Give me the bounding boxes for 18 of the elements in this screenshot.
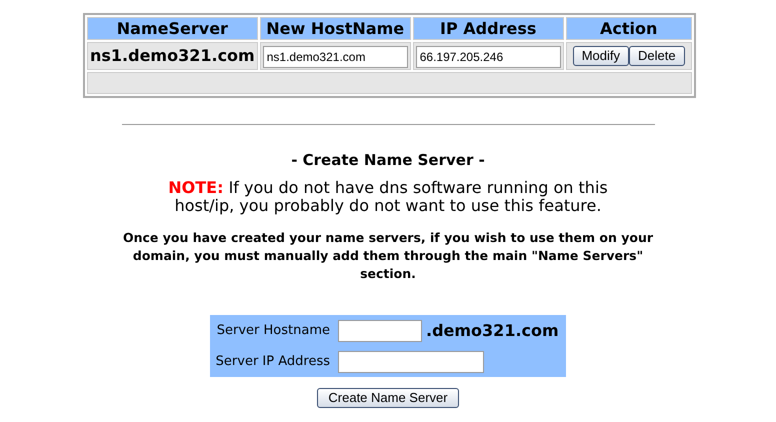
column-header: New HostName bbox=[260, 17, 411, 40]
ip-input[interactable]: 66.197.205.246 bbox=[416, 46, 561, 68]
domain-suffix: .demo321.com bbox=[426, 320, 559, 342]
delete-button[interactable]: Delete bbox=[629, 46, 685, 66]
info-text: Once you have created your name servers, if you wish to use them on your domain, you must manually add them through the main "Name Servers" section. bbox=[122, 229, 654, 283]
ip-address-field[interactable] bbox=[338, 351, 484, 373]
column-header: IP Address bbox=[412, 17, 564, 40]
modify-button[interactable]: Modify bbox=[572, 46, 630, 66]
column-header: NameServer bbox=[87, 17, 258, 40]
table-cell: ns1.demo321.com bbox=[87, 42, 258, 70]
section-title: - Create Name Server - bbox=[290, 151, 486, 169]
create-name-server-button[interactable]: Create Name Server bbox=[317, 388, 459, 408]
column-header: Action bbox=[566, 17, 692, 40]
hostname-field[interactable] bbox=[338, 320, 422, 342]
field-label: Server IP Address bbox=[214, 353, 331, 372]
hostname-input[interactable]: ns1.demo321.com bbox=[262, 46, 408, 68]
note-text: NOTE: If you do not have dns software running on this host/ip, you probably do not want to use this feature. bbox=[167, 179, 609, 215]
field-label: Server Hostname bbox=[216, 322, 331, 340]
